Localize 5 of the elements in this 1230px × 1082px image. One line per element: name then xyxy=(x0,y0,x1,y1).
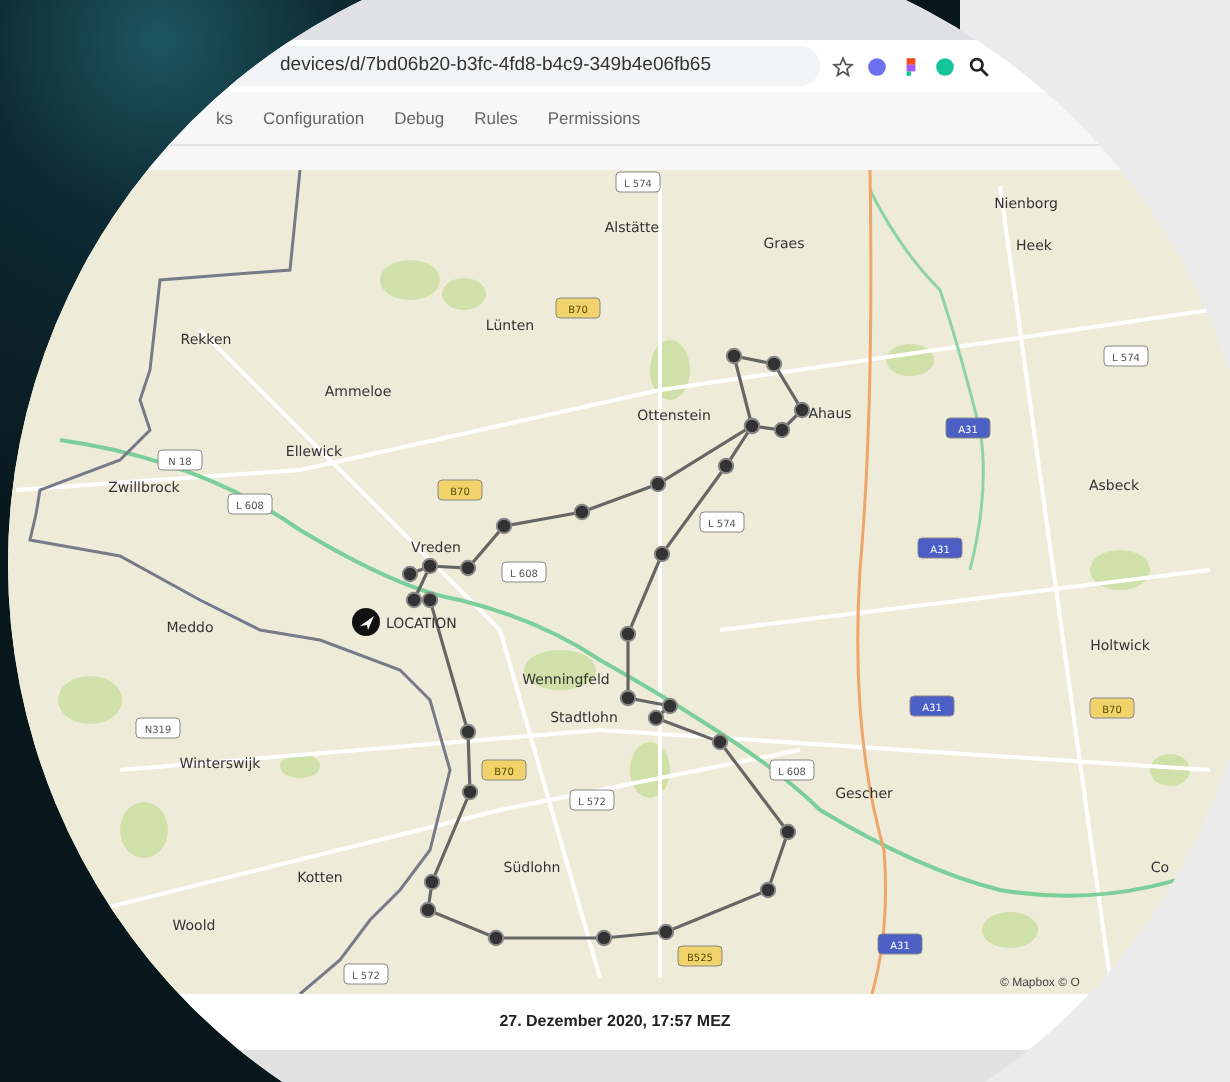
tab[interactable]: Configuration xyxy=(263,104,365,132)
tab[interactable]: ks xyxy=(216,104,233,132)
tab[interactable]: Permissions xyxy=(547,104,641,132)
tab[interactable]: Debug xyxy=(394,104,445,132)
tab[interactable]: Rules xyxy=(474,104,518,132)
